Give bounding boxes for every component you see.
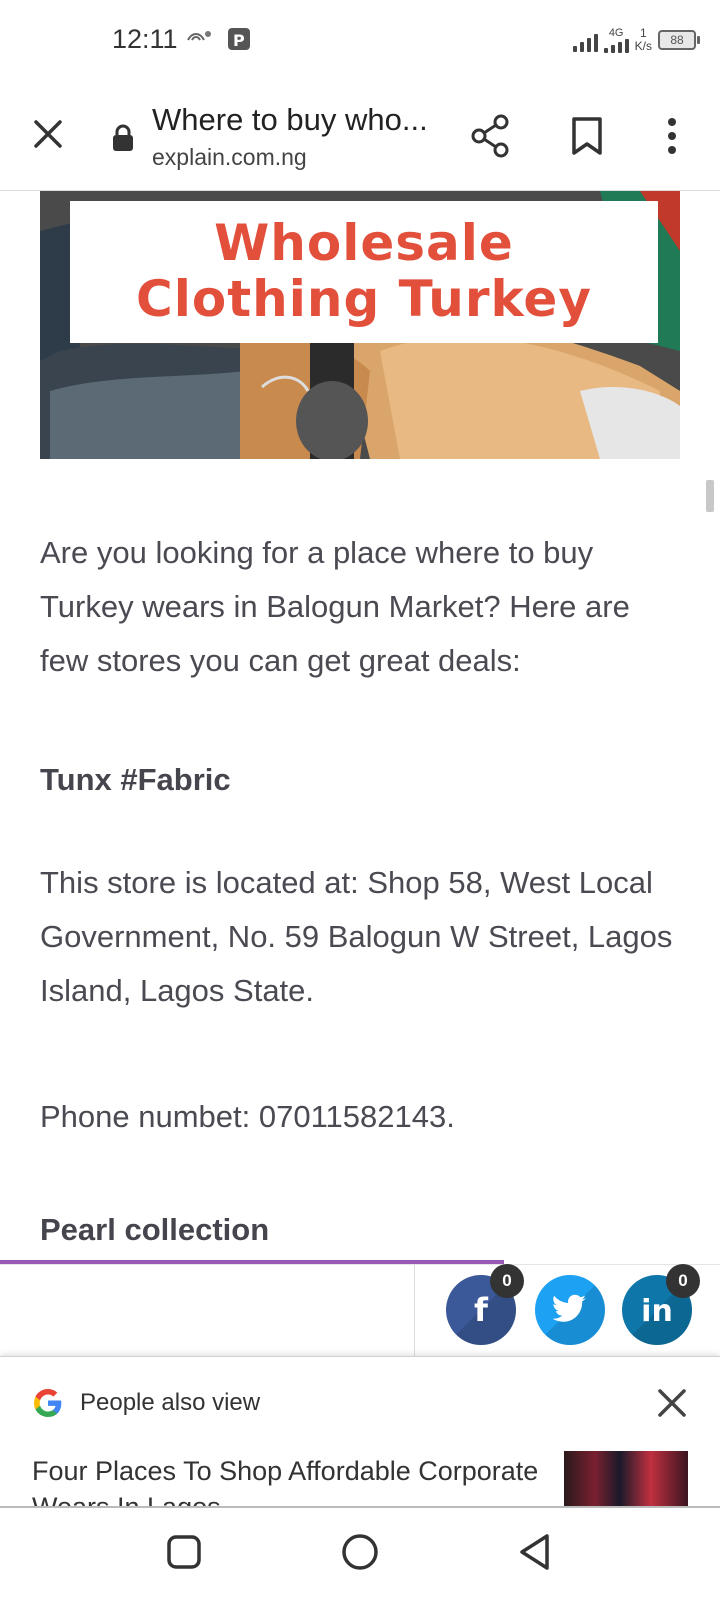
google-icon xyxy=(32,1387,64,1419)
share-divider xyxy=(414,1265,415,1357)
carrier-notification-icon xyxy=(186,26,216,55)
bookmark-icon[interactable] xyxy=(570,116,604,156)
parking-app-icon: P xyxy=(226,26,252,57)
hero-banner: Wholesale Clothing Turkey xyxy=(70,201,658,343)
store1-heading: Tunx #Fabric xyxy=(40,762,231,797)
signal-icon xyxy=(572,28,598,52)
back-triangle-icon[interactable] xyxy=(516,1532,556,1572)
twitter-share-button[interactable] xyxy=(535,1275,605,1345)
people-also-view-panel: People also view Four Places To Shop Aff… xyxy=(0,1356,720,1507)
signal-icon-2 xyxy=(603,38,629,53)
lock-icon xyxy=(112,124,134,152)
browser-toolbar: Where to buy who... explain.com.ng xyxy=(0,80,720,191)
network-type: 4G xyxy=(608,26,624,39)
hero-title-line2: Clothing Turkey xyxy=(136,270,592,328)
status-indicators: 4G 1 K/s 88 xyxy=(572,22,700,58)
more-vert-icon[interactable] xyxy=(664,116,680,156)
hero-image: Wholesale Clothing Turkey xyxy=(40,191,680,459)
page-title: Where to buy who... xyxy=(152,102,428,137)
system-nav-bar xyxy=(0,1506,720,1602)
close-icon[interactable] xyxy=(30,116,66,152)
circle-icon[interactable] xyxy=(340,1532,380,1572)
facebook-share-count: 0 xyxy=(490,1264,524,1298)
linkedin-share-count: 0 xyxy=(666,1264,700,1298)
scrollbar[interactable] xyxy=(706,480,714,512)
status-bar: 12:11 P 4G 1 K/s 88 xyxy=(0,0,720,80)
suggested-article-thumbnail[interactable] xyxy=(564,1451,688,1507)
square-icon[interactable] xyxy=(164,1532,204,1572)
twitter-icon xyxy=(552,1294,586,1322)
speed-unit: K/s xyxy=(634,39,652,53)
store1-phone: Phone numbet: 07011582143. xyxy=(40,1099,455,1134)
status-time: 12:11 xyxy=(112,24,178,54)
linkedin-icon: in xyxy=(641,1294,673,1329)
store2-heading: Pearl collection xyxy=(40,1212,270,1247)
suggested-article-title[interactable]: Four Places To Shop Affordable Corporate… xyxy=(32,1453,552,1507)
network-type-indicator: 4G xyxy=(603,26,629,53)
hero-title-line1: Wholesale xyxy=(214,214,514,272)
people-also-view-label: People also view xyxy=(80,1389,261,1416)
network-speed: 1 K/s xyxy=(635,27,652,53)
battery-level: 88 xyxy=(670,33,684,47)
facebook-icon: f xyxy=(474,1291,488,1329)
battery-icon: 88 xyxy=(658,30,700,50)
page-url: explain.com.ng xyxy=(152,144,307,170)
svg-text:P: P xyxy=(233,31,245,50)
store1-address: This store is located at: Shop 58, West … xyxy=(40,865,673,1008)
close-icon[interactable] xyxy=(656,1387,688,1419)
social-share-bar: f in xyxy=(0,1264,720,1357)
intro-paragraph: Are you looking for a place where to buy… xyxy=(40,535,630,678)
share-icon[interactable] xyxy=(470,114,510,158)
